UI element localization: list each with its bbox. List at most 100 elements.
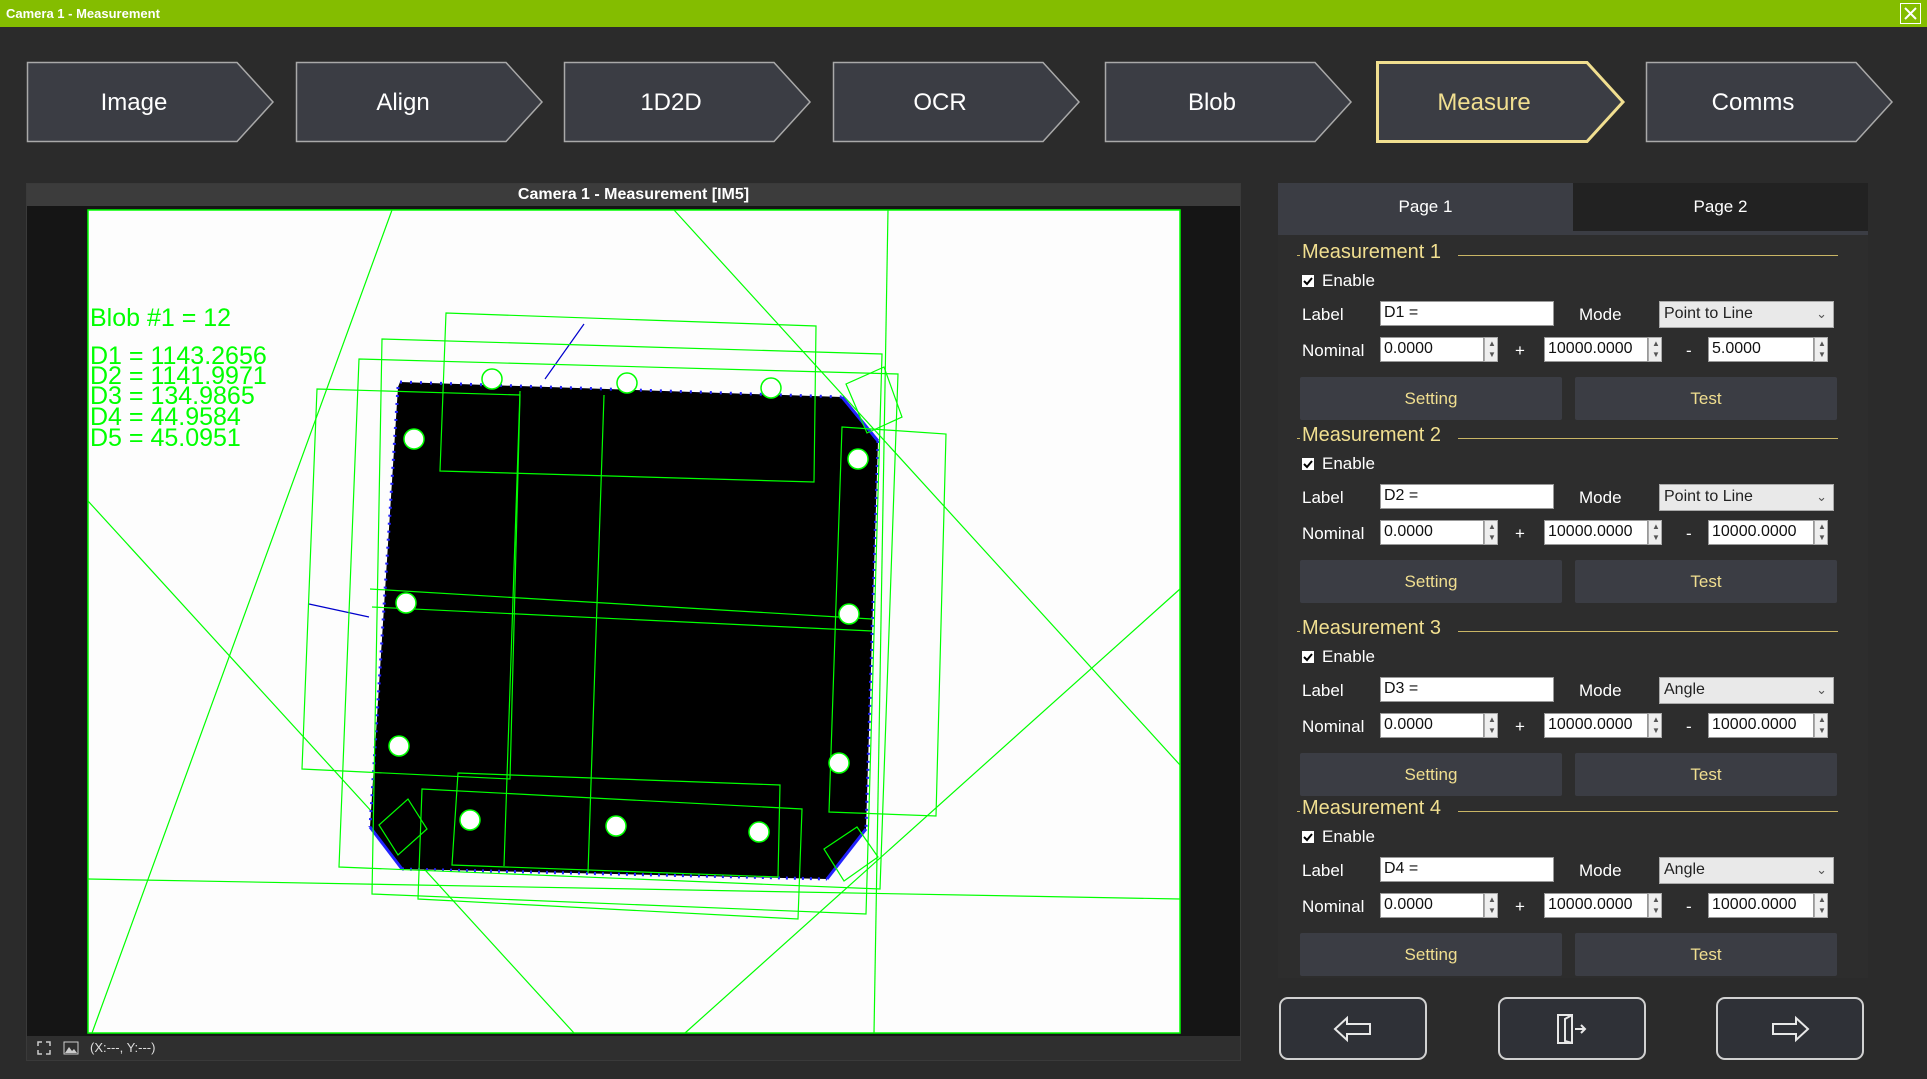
divider (1458, 438, 1838, 439)
step-label: Measure (1437, 89, 1531, 116)
step-blob[interactable]: Blob (1104, 61, 1354, 143)
tab-page-1[interactable]: Page 1 (1278, 183, 1573, 231)
tab-page-2[interactable]: Page 2 (1573, 183, 1868, 231)
step-label: Comms (1711, 89, 1795, 116)
measurement-title: Measurement 2 (1302, 424, 1441, 446)
enable-checkbox[interactable]: Enable (1302, 647, 1375, 667)
enable-checkbox[interactable]: Enable (1302, 271, 1375, 291)
minus-tolerance-input[interactable]: 10000.0000 (1708, 520, 1814, 545)
minus-tolerance-input[interactable]: 10000.0000 (1708, 713, 1814, 738)
setting-button[interactable]: Setting (1300, 377, 1562, 420)
previous-button[interactable] (1279, 997, 1427, 1060)
spinner-icon[interactable]: ▲ ▼ (1814, 520, 1828, 545)
enable-checkbox[interactable]: Enable (1302, 454, 1375, 474)
divider (1458, 631, 1838, 632)
mode-value: Angle (1664, 861, 1705, 878)
label-input[interactable]: D2 = (1380, 484, 1554, 509)
chevron-down-icon: ⌄ (1816, 489, 1827, 504)
spinner-icon[interactable]: ▲ ▼ (1814, 713, 1828, 738)
check-icon (1302, 651, 1314, 663)
mode-select[interactable]: Point to Line ⌄ (1659, 484, 1834, 511)
image-icon[interactable] (63, 1041, 79, 1055)
minus-caption: - (1686, 717, 1692, 736)
exit-button[interactable] (1498, 997, 1646, 1060)
plus-tolerance-input[interactable]: 10000.0000 (1544, 893, 1648, 918)
nominal-input[interactable]: 0.0000 (1380, 893, 1484, 918)
plus-tolerance-input[interactable]: 10000.0000 (1544, 713, 1648, 738)
step-align[interactable]: Align (295, 61, 545, 143)
spinner-icon[interactable]: ▲ ▼ (1484, 713, 1498, 738)
setting-button[interactable]: Setting (1300, 933, 1562, 976)
camera-image[interactable]: Blob #1 = 12 D1 = 1143.2656 D2 = 1141.99… (32, 209, 1237, 1034)
nominal-input[interactable]: 0.0000 (1380, 337, 1484, 362)
check-icon (1302, 275, 1314, 287)
plus-tolerance-input[interactable]: 10000.0000 (1544, 520, 1648, 545)
next-button[interactable] (1716, 997, 1864, 1060)
spinner-icon[interactable]: ▲ ▼ (1648, 893, 1662, 918)
step-image[interactable]: Image (26, 61, 276, 143)
mode-value: Point to Line (1664, 305, 1753, 322)
spinner-icon[interactable]: ▲ ▼ (1484, 337, 1498, 362)
camera-viewer: Camera 1 - Measurement [IM5] Blob #1 = 1… (26, 183, 1241, 1061)
setting-button[interactable]: Setting (1300, 753, 1562, 796)
step-label: Blob (1187, 89, 1237, 116)
test-button[interactable]: Test (1575, 560, 1837, 603)
minus-caption: - (1686, 897, 1692, 916)
mode-caption: Mode (1579, 305, 1622, 324)
enable-label: Enable (1322, 271, 1375, 290)
setting-button[interactable]: Setting (1300, 560, 1562, 603)
spinner-icon[interactable]: ▲ ▼ (1814, 893, 1828, 918)
close-icon[interactable] (1900, 3, 1921, 24)
mode-select[interactable]: Point to Line ⌄ (1659, 301, 1834, 328)
mode-select[interactable]: Angle ⌄ (1659, 857, 1834, 884)
step-measure[interactable]: Measure (1376, 61, 1626, 143)
step-ocr[interactable]: OCR (832, 61, 1082, 143)
check-icon (1302, 831, 1314, 843)
divider (1297, 811, 1300, 812)
arrow-left-icon (1333, 1015, 1371, 1042)
blob-result: Blob #1 = 12 (90, 304, 231, 332)
step-comms[interactable]: Comms (1645, 61, 1895, 143)
nominal-caption: Nominal (1302, 717, 1365, 736)
enable-checkbox[interactable]: Enable (1302, 827, 1375, 847)
nominal-caption: Nominal (1302, 897, 1365, 916)
step-label: 1D2D (640, 89, 702, 116)
window-title: Camera 1 - Measurement (6, 6, 160, 21)
enable-label: Enable (1322, 454, 1375, 473)
minus-tolerance-input[interactable]: 10000.0000 (1708, 893, 1814, 918)
spinner-icon[interactable]: ▲ ▼ (1648, 337, 1662, 362)
chevron-down-icon: ⌄ (1816, 306, 1827, 321)
measurement-title: Measurement 4 (1302, 797, 1441, 819)
exit-icon (1557, 1013, 1587, 1044)
plus-caption: + (1515, 897, 1525, 916)
label-caption: Label (1302, 305, 1344, 324)
mode-caption: Mode (1579, 488, 1622, 507)
step-label: OCR (913, 89, 967, 116)
chevron-down-icon: ⌄ (1816, 862, 1827, 877)
nominal-input[interactable]: 0.0000 (1380, 520, 1484, 545)
cursor-coordinates: (X:---, Y:---) (90, 1040, 156, 1055)
step-1d2d[interactable]: 1D2D (563, 61, 813, 143)
plus-caption: + (1515, 524, 1525, 543)
test-button[interactable]: Test (1575, 753, 1837, 796)
label-caption: Label (1302, 861, 1344, 880)
spinner-icon[interactable]: ▲ ▼ (1484, 893, 1498, 918)
nominal-caption: Nominal (1302, 341, 1365, 360)
spinner-icon[interactable]: ▲ ▼ (1484, 520, 1498, 545)
label-input[interactable]: D1 = (1380, 301, 1554, 326)
test-button[interactable]: Test (1575, 933, 1837, 976)
settings-panel: Page 1 Page 2 Measurement 1 Enable Label D1… (1278, 183, 1868, 978)
spinner-icon[interactable]: ▲ ▼ (1648, 520, 1662, 545)
spinner-icon[interactable]: ▲ ▼ (1648, 713, 1662, 738)
nominal-input[interactable]: 0.0000 (1380, 713, 1484, 738)
spinner-icon[interactable]: ▲ ▼ (1814, 337, 1828, 362)
minus-caption: - (1686, 524, 1692, 543)
label-input[interactable]: D4 = (1380, 857, 1554, 882)
label-caption: Label (1302, 488, 1344, 507)
zoom-fit-icon[interactable] (37, 1041, 51, 1055)
label-input[interactable]: D3 = (1380, 677, 1554, 702)
plus-tolerance-input[interactable]: 10000.0000 (1544, 337, 1648, 362)
minus-tolerance-input[interactable]: 5.0000 (1708, 337, 1814, 362)
mode-select[interactable]: Angle ⌄ (1659, 677, 1834, 704)
test-button[interactable]: Test (1575, 377, 1837, 420)
